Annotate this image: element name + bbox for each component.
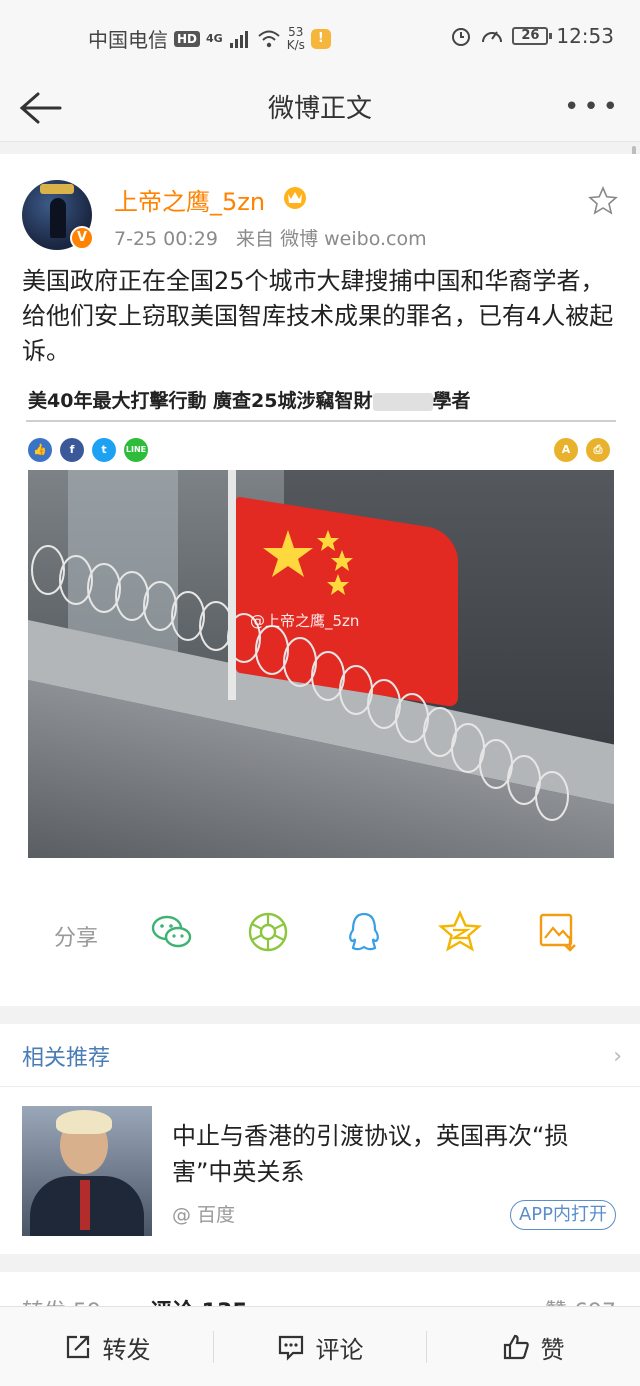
more-options-icon[interactable]: ••• [564,92,622,122]
post-card: V 上帝之鹰_5zn 7-25 00:29 来自 微博 weibo.com 美国… [0,154,640,1006]
related-source: @ 百度 [172,1204,236,1226]
divider [0,1086,640,1087]
line-icon: LINE [124,438,148,462]
image-watermark: @上帝之鹰_5zn [250,612,360,630]
comment-icon [278,1335,303,1361]
embedded-headline: 美40年最大打擊行動 廣查25城涉竊智財 學者 [28,386,471,413]
repost-label: 转发 [102,1335,151,1364]
thumb-hair [56,1110,112,1134]
thumb-tie [80,1180,90,1230]
status-bar: 中国电信 HD 4G 53 K/s ! 26 12:53 [0,0,640,76]
clock: 12:53 [556,24,614,48]
repost-button[interactable]: 转发 [0,1307,213,1386]
chevron-right-icon[interactable]: › [613,1044,622,1069]
blurred-text [372,392,433,411]
twitter-icon: t [92,438,116,462]
like-button[interactable]: 赞 [426,1307,639,1386]
open-in-app-button[interactable]: APP内打开 [509,1200,616,1230]
avatar-figure [50,198,66,238]
qq-icon[interactable] [342,910,386,954]
post-source: 来自 微博 weibo.com [236,228,427,250]
flag-photo: @上帝之鹰_5zn [28,470,614,858]
related-title[interactable]: 中止与香港的引渡协议，英国再次“损害”中英关系 [172,1118,592,1190]
avatar-crown [40,184,74,194]
font-size-icon: A [554,438,578,462]
like-share-icon: 👍 [28,438,52,462]
related-section: 相关推荐 › 中止与香港的引渡协议，英国再次“损害”中英关系 @ 百度 APP内… [0,1024,640,1254]
razor-wire [31,545,569,821]
net-speed: 53 K/s [286,24,305,52]
status-left: 中国电信 HD 4G 53 K/s ! [88,24,331,53]
alarm-icon [452,28,471,46]
comment-label: 评论 [315,1335,364,1364]
speedometer-icon [482,31,503,43]
save-image-icon[interactable] [536,910,580,954]
related-header[interactable]: 相关推荐 [22,1040,110,1072]
post-text: 美国政府正在全国25个城市大肆搜捕中国和华裔学者，给他们安上窃取美国智库技术成果… [22,267,614,365]
speed-value: 53 [288,24,304,39]
related-thumbnail[interactable] [22,1106,152,1236]
embedded-headline-left: 美40年最大打擊行動 廣查25城涉竊智財 [28,390,373,412]
comment-button[interactable]: 评论 [213,1307,426,1386]
carrier-label: 中国电信 [88,28,168,52]
verified-badge-icon: V [70,226,94,250]
share-row: 分享 [0,904,640,964]
wifi-icon [258,30,280,47]
post-timestamp: 7-25 00:29 [114,228,218,250]
hd-badge: HD [174,30,201,47]
notification-app-icon: ! [310,28,331,49]
username[interactable]: 上帝之鹰_5zn [114,182,265,217]
wechat-icon[interactable] [150,910,194,954]
network-label: 4G [206,32,223,45]
share-label: 分享 [54,926,99,951]
battery-indicator: 26 [512,27,553,45]
like-label: 赞 [540,1335,565,1364]
qzone-icon[interactable] [438,910,482,954]
signal-icon [229,30,248,48]
vip-crown-icon [284,187,306,209]
post-meta: 7-25 00:29 来自 微博 weibo.com [114,224,427,251]
status-right: 26 12:53 [450,24,614,48]
favorite-star-icon[interactable] [588,186,618,216]
speed-unit: K/s [286,37,305,52]
repost-icon [66,1335,89,1359]
embedded-headline-right: 學者 [432,390,471,412]
moments-icon[interactable] [246,910,290,954]
bottom-action-bar: 转发 评论 赞 [0,1306,640,1386]
facebook-icon: f [60,438,84,462]
post-image[interactable]: 美40年最大打擊行動 廣查25城涉竊智財 學者 👍 f t LINE A ⎙ @… [26,382,616,858]
nav-bar: 微博正文 ••• [0,76,640,142]
print-icon: ⎙ [586,438,610,462]
thumbs-up-icon [503,1334,529,1360]
divider [26,420,616,422]
page-title: 微博正文 [267,94,372,124]
